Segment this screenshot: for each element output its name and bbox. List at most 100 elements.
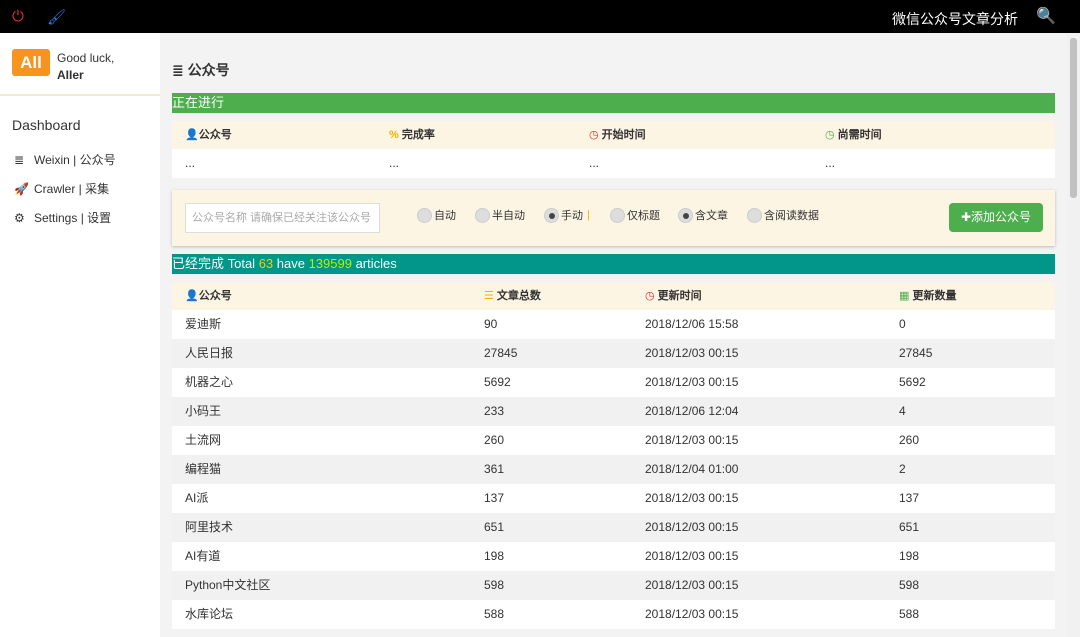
col-header: 更新时间 — [657, 290, 702, 302]
user-icon: 👤 — [185, 290, 199, 302]
cell: AI派 — [185, 491, 209, 505]
table-row: 人民日报 27845 2018/12/03 00:15 27845 — [172, 339, 1055, 368]
col-header: 公众号 — [198, 290, 232, 302]
list-icon: ☰ — [484, 290, 497, 302]
table-row: 水库论坛 588 2018/12/03 00:15 588 — [172, 600, 1055, 629]
completed-prefix: 已经完成 Total — [172, 256, 259, 271]
cell: 651 — [899, 520, 920, 534]
cell: ... — [185, 156, 196, 170]
cell: 27845 — [899, 346, 933, 360]
radio-manual[interactable]: 手动 | — [544, 207, 590, 223]
percent-icon: % — [389, 129, 402, 141]
cell: 编程猫 — [185, 462, 222, 476]
cell: 260 — [899, 433, 920, 447]
table-row: AI有道 198 2018/12/03 00:15 198 — [172, 542, 1055, 571]
radio-label: 含阅读数据 — [764, 210, 819, 222]
table-row: 土流网 260 2018/12/03 00:15 260 — [172, 426, 1055, 455]
cell: 90 — [484, 317, 498, 331]
dashboard-heading: Dashboard — [12, 117, 81, 133]
table-row: 小码王 233 2018/12/06 12:04 4 — [172, 397, 1055, 426]
clock-icon: ◷ — [645, 290, 658, 302]
cell: 土流网 — [185, 433, 222, 447]
radio-semi-auto[interactable]: 半自动 — [475, 207, 525, 223]
cell: 2018/12/03 00:15 — [645, 491, 739, 505]
add-account-panel: 公众号名称 请确保已经关注该公众号 自动 半自动 手动 | 仅标题 含文章 含阅读… — [172, 190, 1055, 246]
sidebar-item-label: Settings | 设置 — [34, 211, 112, 225]
running-table-header: 👤公众号 % 完成率 ◷ 开始时间 ◷ 尚需时间 — [172, 121, 1055, 149]
cell: 2018/12/03 00:15 — [645, 346, 739, 360]
cell: 198 — [484, 549, 505, 563]
running-band: 正在进行 — [172, 93, 1055, 113]
cell: ... — [589, 156, 600, 170]
scrollbar-thumb[interactable] — [1070, 38, 1077, 198]
table-row: AI派 137 2018/12/03 00:15 137 — [172, 484, 1055, 513]
top-bar: ⏻ 🖌 微信公众号文章分析 🔍 — [0, 0, 1080, 33]
sidebar-item-label: Weixin | 公众号 — [34, 153, 116, 167]
table-row: 编程猫 361 2018/12/04 01:00 2 — [172, 455, 1055, 484]
radio-label: 含文章 — [695, 210, 728, 222]
clock-icon: ◷ — [825, 129, 838, 141]
cell: 2018/12/03 00:15 — [645, 578, 739, 592]
power-icon[interactable]: ⏻ — [12, 8, 24, 25]
cell: 588 — [899, 607, 920, 621]
cell: 5692 — [484, 375, 511, 389]
col-header: 完成率 — [401, 129, 435, 141]
radio-label: 手动 — [561, 210, 583, 222]
page-title: ≣ 公众号 — [172, 62, 230, 78]
add-account-button[interactable]: ✚添加公众号 — [949, 203, 1043, 232]
completed-table-header: 👤公众号 ☰ 文章总数 ◷ 更新时间 ▦ 更新数量 — [172, 282, 1055, 310]
page-title-text: 公众号 — [187, 62, 230, 78]
brush-icon[interactable]: 🖌 — [47, 8, 66, 26]
sidebar-item-crawler[interactable]: 🚀 Crawler | 采集 — [14, 180, 109, 197]
user-icon: 👤 — [185, 129, 199, 141]
cell: 2 — [899, 462, 906, 476]
cell: 2018/12/03 00:15 — [645, 520, 739, 534]
cell: 137 — [899, 491, 920, 505]
scrollbar[interactable] — [1067, 33, 1080, 637]
table-row: ... ... ... ... — [172, 149, 1055, 178]
rocket-icon: 🚀 — [14, 182, 29, 196]
radio-auto[interactable]: 自动 — [417, 207, 456, 223]
cell: 2018/12/03 00:15 — [645, 433, 739, 447]
col-header: 尚需时间 — [837, 129, 882, 141]
clock-icon: ◷ — [589, 129, 602, 141]
cell: 机器之心 — [185, 375, 234, 389]
account-name-input[interactable]: 公众号名称 请确保已经关注该公众号 — [185, 203, 380, 233]
cell: 0 — [899, 317, 906, 331]
add-account-label: 添加公众号 — [971, 210, 1032, 224]
greeting-text: Good luck, — [57, 51, 115, 65]
greeting: Good luck, AIIer — [57, 50, 114, 84]
cell: ... — [389, 156, 400, 170]
col-header: 公众号 — [198, 129, 232, 141]
gear-icon: ⚙ — [14, 211, 25, 225]
cell: 2018/12/04 01:00 — [645, 462, 739, 476]
cell: 2018/12/06 12:04 — [645, 404, 739, 418]
radio-label: 自动 — [434, 210, 456, 222]
cell: 137 — [484, 491, 505, 505]
logo: All — [12, 49, 50, 76]
cell: 2018/12/06 15:58 — [645, 317, 739, 331]
cell: 4 — [899, 404, 906, 418]
completed-suffix: articles — [351, 256, 397, 271]
radio-with-read-data[interactable]: 含阅读数据 — [747, 207, 819, 223]
list-icon: ≣ — [14, 153, 25, 167]
user-name: AIIer — [57, 68, 84, 82]
cell: 233 — [484, 404, 505, 418]
total-count: 63 — [258, 256, 274, 271]
radio-with-article[interactable]: 含文章 — [678, 207, 728, 223]
sidebar-item-weixin[interactable]: ≣ Weixin | 公众号 — [14, 151, 116, 168]
search-icon[interactable]: 🔍 — [1036, 6, 1056, 26]
cell: 598 — [484, 578, 505, 592]
cell: 361 — [484, 462, 505, 476]
sidebar: All Good luck, AIIer Dashboard ≣ Weixin | … — [0, 33, 160, 637]
radio-title-only[interactable]: 仅标题 — [610, 207, 660, 223]
divider — [0, 94, 160, 96]
cell: 198 — [899, 549, 920, 563]
cell: 爱迪斯 — [185, 317, 222, 331]
cell: 阿里技术 — [185, 520, 234, 534]
col-header: 更新数量 — [912, 290, 957, 302]
sidebar-item-settings[interactable]: ⚙ Settings | 设置 — [14, 209, 111, 226]
radio-label: 仅标题 — [627, 210, 660, 222]
app-title: 微信公众号文章分析 — [892, 11, 1018, 27]
calculator-icon: ▦ — [899, 290, 913, 302]
